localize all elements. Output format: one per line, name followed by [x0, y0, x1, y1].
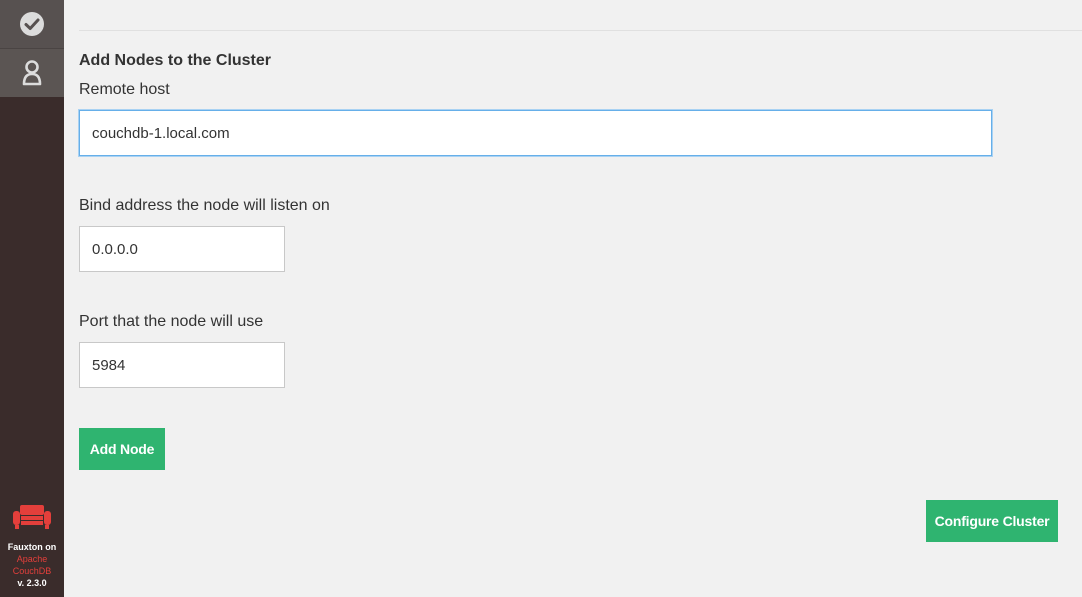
add-node-button[interactable]: Add Node — [79, 428, 165, 470]
brand-fauxton-text: Fauxton on — [7, 542, 57, 552]
couchdb-logo-icon — [13, 505, 51, 529]
sidebar-item-verify[interactable] — [0, 0, 64, 48]
brand-apache-text: Apache — [16, 554, 48, 564]
sidebar: Fauxton on Apache CouchDB v. 2.3.0 — [0, 0, 64, 597]
port-label: Port that the node will use — [79, 313, 264, 330]
brand-version-text: v. 2.3.0 — [17, 578, 47, 588]
bind-address-label: Bind address the node will listen on — [79, 197, 330, 214]
user-icon — [22, 60, 42, 86]
checkmark-icon — [20, 12, 44, 36]
header-divider — [79, 30, 1082, 31]
sidebar-item-user[interactable] — [0, 49, 64, 97]
remote-host-input[interactable] — [79, 110, 992, 156]
app-window: Fauxton on Apache CouchDB v. 2.3.0 Add N… — [0, 0, 1082, 597]
brand-couchdb-text: CouchDB — [12, 566, 52, 576]
brand-block: Fauxton on Apache CouchDB v. 2.3.0 — [0, 503, 64, 589]
remote-host-label: Remote host — [79, 81, 170, 98]
configure-cluster-button[interactable]: Configure Cluster — [926, 500, 1058, 542]
main-content: Add Nodes to the Cluster Remote host Bin… — [64, 0, 1082, 597]
page-title: Add Nodes to the Cluster — [79, 52, 272, 69]
bind-address-input[interactable] — [79, 226, 285, 272]
port-input[interactable] — [79, 342, 285, 388]
